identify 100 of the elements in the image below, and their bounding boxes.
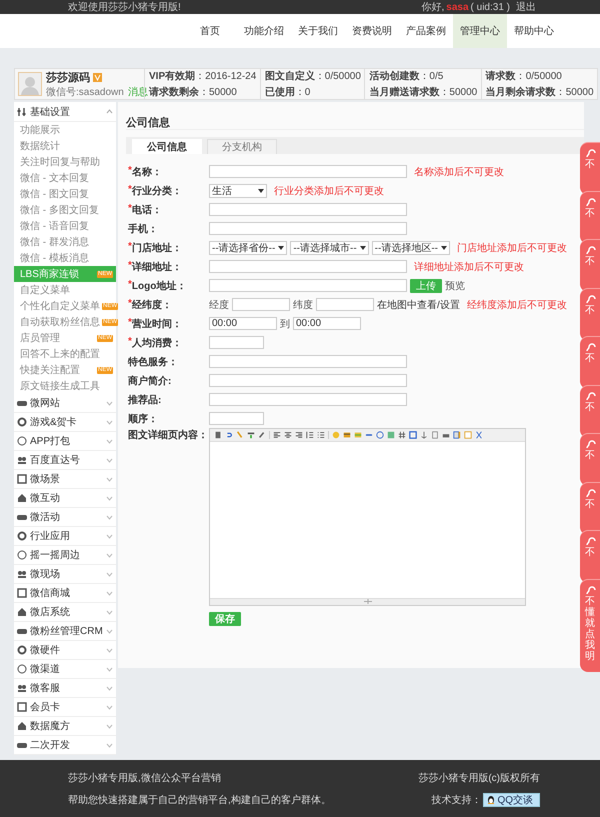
select-field[interactable]: --请选择地区-- [372, 240, 450, 254]
menu-item[interactable]: 微信 - 模板消息 [14, 250, 116, 266]
nav-tab[interactable]: 首页 [183, 14, 237, 48]
help-text: 不 [585, 353, 595, 364]
map-link[interactable]: 在地图中查看/设置 [377, 298, 460, 312]
menu-section[interactable]: 微硬件 [14, 641, 116, 660]
menu-section[interactable]: 微互动 [14, 489, 116, 508]
nav-tab[interactable]: 资费说明 [345, 14, 399, 48]
menu-item[interactable]: 自定义菜单 [14, 282, 116, 298]
menu-item[interactable]: 原文链接生成工具 [14, 378, 116, 394]
field-label: 图文详细页内容： [128, 428, 208, 442]
text-field[interactable] [209, 412, 264, 425]
menu-item[interactable]: 关注时回复与帮助 [14, 154, 116, 170]
circle-icon [17, 550, 27, 560]
field-label: 经纬度： [132, 298, 172, 312]
preview-link[interactable]: 预览 [445, 278, 465, 292]
menu-item[interactable]: 回答不上来的配置 [14, 346, 116, 362]
align-left-icon[interactable] [273, 431, 281, 439]
nav-tab[interactable]: 关于我们 [291, 14, 345, 48]
menu-section[interactable]: 基础设置 [14, 102, 116, 122]
text-field[interactable] [209, 203, 407, 216]
menu-section[interactable]: APP打包 [14, 432, 116, 451]
item-label: 原文链接生成工具 [20, 380, 101, 393]
text-field[interactable] [209, 279, 407, 292]
longitude-field[interactable] [232, 298, 290, 311]
avatar [18, 72, 42, 96]
align-center-icon[interactable] [284, 431, 292, 439]
resize-handle-icon[interactable] [364, 599, 372, 604]
menu-section[interactable]: 微店系统 [14, 603, 116, 622]
latitude-field[interactable] [316, 298, 374, 311]
nav-tab[interactable]: 管理中心 [453, 14, 507, 48]
time-field[interactable]: 00:00 [293, 317, 361, 330]
grid-icon[interactable] [398, 431, 406, 439]
required-mark: * [128, 336, 132, 346]
menu-section[interactable]: 微客服 [14, 679, 116, 698]
item-label: 微信 - 多图文回复 [20, 204, 100, 217]
section-label: 微渠道 [30, 662, 61, 676]
undo-icon[interactable] [225, 431, 233, 439]
menu-section[interactable]: 微渠道 [14, 660, 116, 679]
section-label: 百度直达号 [30, 454, 81, 467]
menu-section[interactable]: 微网站 [14, 394, 116, 413]
text-field[interactable] [209, 165, 407, 178]
time-field[interactable]: 00:00 [209, 317, 277, 330]
section-label: 微网站 [30, 396, 61, 410]
frame-icon[interactable] [409, 431, 417, 439]
menu-item[interactable]: 微信 - 文本回复 [14, 170, 116, 186]
menu-section[interactable]: 微现场 [14, 565, 116, 584]
nav-tab[interactable]: 产品案例 [399, 14, 453, 48]
menu-section[interactable]: 微粉丝管理CRM [14, 622, 116, 641]
select-field[interactable]: 生活 [209, 184, 267, 198]
menu-item[interactable]: 微信 - 图文回复 [14, 186, 116, 202]
menu-item[interactable]: 微信 - 语音回复 [14, 218, 116, 234]
menu-section[interactable]: 行业应用 [14, 527, 116, 546]
menu-item[interactable]: 数据统计 [14, 138, 116, 154]
text-field[interactable] [209, 260, 407, 273]
required-mark: * [128, 184, 132, 194]
stat-text: 当月赠送请求数：50000 [369, 86, 478, 99]
item-label: 个性化自定义菜单 [20, 300, 100, 313]
circle-icon [17, 664, 27, 674]
item-label: 关注时回复与帮助 [20, 156, 101, 169]
text-field[interactable] [209, 222, 407, 235]
menu-item[interactable]: 功能展示 [14, 122, 116, 138]
help-text: 不 [585, 256, 595, 267]
menu-section[interactable]: 微场景 [14, 470, 116, 489]
file-icon[interactable] [453, 431, 461, 439]
text-field[interactable] [209, 393, 407, 406]
text-field[interactable] [209, 336, 264, 349]
tab[interactable]: 分支机构 [207, 139, 277, 154]
menu-item[interactable]: 微信 - 多图文回复 [14, 202, 116, 218]
logout-link[interactable]: 退出 [516, 0, 536, 14]
align-right-icon[interactable] [295, 431, 303, 439]
tab[interactable]: 公司信息 [132, 139, 202, 154]
numbered-list-icon[interactable] [306, 431, 314, 439]
menu-section[interactable]: 微活动 [14, 508, 116, 527]
nav-tab[interactable]: 功能介绍 [237, 14, 291, 48]
menu-section[interactable]: 会员卡 [14, 698, 116, 717]
menu-section[interactable]: 百度直达号 [14, 451, 116, 470]
people-icon [17, 455, 27, 465]
select-field[interactable]: --请选择城市-- [290, 240, 369, 254]
qq-chat-button[interactable]: QQ交谈 [483, 792, 540, 806]
text-field[interactable] [209, 355, 407, 368]
document-icon[interactable] [431, 431, 439, 439]
menu-section[interactable]: 游戏&贺卡 [14, 413, 116, 432]
help-text: 不 [585, 304, 595, 316]
nav-tab[interactable]: 帮助中心 [507, 14, 561, 48]
menu-section[interactable]: 微信商城 [14, 584, 116, 603]
field-label: 特色服务： [128, 356, 178, 368]
menu-section[interactable]: 二次开发 [14, 736, 116, 755]
template-icon[interactable] [464, 431, 472, 439]
field-label: 门店地址： [132, 241, 182, 254]
menu-section[interactable]: 数据魔方 [14, 717, 116, 736]
ear-icon [584, 196, 596, 208]
greeting-text: 你好, [422, 1, 444, 14]
footer-text: 帮助您快速搭建属于自己的营销平台,构建自己的客户群体。 [68, 794, 331, 806]
item-label: 功能展示 [20, 124, 61, 137]
bullet-list-icon[interactable] [317, 431, 325, 439]
select-field[interactable]: --请选择省份-- [209, 240, 288, 254]
menu-item[interactable]: 微信 - 群发消息 [14, 234, 116, 250]
text-field[interactable] [209, 374, 407, 387]
menu-section[interactable]: 摇一摇周边 [14, 546, 116, 565]
